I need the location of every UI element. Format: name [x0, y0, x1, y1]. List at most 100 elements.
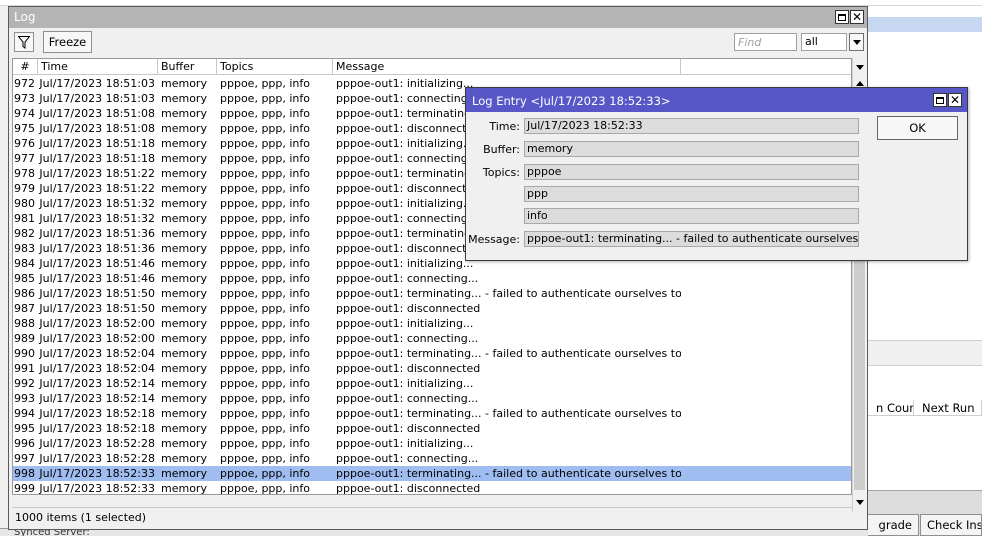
freeze-button[interactable]: Freeze [43, 31, 92, 53]
table-row[interactable]: 988 Jul/17/2023 18:52:00 memory pppoe, ppp,… [13, 316, 851, 331]
cell-topics: pppoe, ppp, info [220, 227, 311, 240]
maximize-icon [936, 96, 944, 104]
topic-field-1[interactable]: pppoe [524, 164, 859, 180]
filter-button[interactable] [14, 32, 34, 52]
chevron-up-icon [855, 80, 864, 86]
cell-topics: pppoe, ppp, info [220, 467, 311, 480]
cell-spacer [681, 481, 851, 494]
cell-spacer [681, 466, 851, 481]
chevron-down-icon [852, 39, 861, 45]
cell-message: pppoe-out1: disconnected [336, 362, 481, 375]
log-entry-title: Log Entry <Jul/17/2023 18:52:33> [472, 94, 671, 108]
log-toolbar: Freeze all [9, 29, 867, 55]
table-row[interactable]: 997 Jul/17/2023 18:52:28 memory pppoe, ppp,… [13, 451, 851, 466]
cell-buffer: memory [161, 317, 207, 330]
table-row-selected[interactable]: 998 Jul/17/2023 18:52:33 memory pppoe, ppp,… [13, 466, 851, 481]
cell-time: Jul/17/2023 18:51:22 [39, 182, 155, 195]
table-row[interactable]: 993 Jul/17/2023 18:52:14 memory pppoe, ppp,… [13, 391, 851, 406]
topic-field-3[interactable]: info [524, 208, 859, 224]
find-input[interactable] [734, 33, 797, 51]
cell-message: pppoe-out1: connecting... [336, 272, 479, 285]
cell-number: 972 [14, 77, 35, 90]
background-column-next-run[interactable]: Next Run [914, 400, 982, 415]
column-header-message[interactable]: Message [333, 59, 681, 75]
cell-number: 985 [14, 272, 35, 285]
cell-time: Jul/17/2023 18:51:50 [39, 302, 155, 315]
table-row[interactable]: 996 Jul/17/2023 18:52:28 memory pppoe, ppp,… [13, 436, 851, 451]
cell-topics: pppoe, ppp, info [220, 362, 311, 375]
cell-time: Jul/17/2023 18:51:08 [39, 107, 155, 120]
cell-number: 993 [14, 392, 35, 405]
message-field[interactable]: pppoe-out1: terminating... - failed to a… [524, 231, 859, 247]
cell-topics: pppoe, ppp, info [220, 392, 311, 405]
background-upgrade-button[interactable]: grade [859, 514, 919, 536]
topic-field-2[interactable]: ppp [524, 186, 859, 202]
filter-icon [18, 35, 30, 49]
maximize-icon [838, 13, 846, 21]
table-row[interactable]: 989 Jul/17/2023 18:52:00 memory pppoe, ppp,… [13, 331, 851, 346]
column-header-time[interactable]: Time [38, 59, 158, 75]
column-header-buffer[interactable]: Buffer [158, 59, 217, 75]
cell-number: 986 [14, 287, 35, 300]
log-titlebar[interactable]: Log ✕ [9, 7, 867, 28]
cell-number: 996 [14, 437, 35, 450]
cell-spacer [681, 376, 851, 391]
buffer-select[interactable]: all [801, 33, 847, 51]
cell-topics: pppoe, ppp, info [220, 377, 311, 390]
table-row[interactable]: 999 Jul/17/2023 18:52:33 memory pppoe, ppp,… [13, 481, 851, 494]
table-row[interactable]: 987 Jul/17/2023 18:51:50 memory pppoe, ppp,… [13, 301, 851, 316]
cell-number: 995 [14, 422, 35, 435]
background-selected-row [868, 17, 982, 32]
cell-topics: pppoe, ppp, info [220, 242, 311, 255]
background-check-installation-button[interactable]: Check Insta [920, 514, 982, 536]
cell-buffer: memory [161, 347, 207, 360]
buffer-field[interactable]: memory [524, 141, 859, 157]
cell-number: 992 [14, 377, 35, 390]
column-header-topics[interactable]: Topics [217, 59, 333, 75]
cell-spacer [681, 301, 851, 316]
column-header-number[interactable]: # [13, 59, 38, 75]
cell-buffer: memory [161, 392, 207, 405]
cell-buffer: memory [161, 122, 207, 135]
cell-buffer: memory [161, 92, 207, 105]
table-row[interactable]: 991 Jul/17/2023 18:52:04 memory pppoe, ppp,… [13, 361, 851, 376]
cell-message: pppoe-out1: terminating... - failed to a… [336, 407, 681, 420]
dialog-close-button[interactable]: ✕ [948, 93, 962, 107]
log-entry-titlebar[interactable]: Log Entry <Jul/17/2023 18:52:33> ✕ [466, 88, 967, 112]
cell-time: Jul/17/2023 18:52:04 [39, 347, 155, 360]
cell-time: Jul/17/2023 18:52:00 [39, 332, 155, 345]
column-menu-button[interactable] [853, 60, 866, 74]
cell-number: 976 [14, 137, 35, 150]
scroll-down-button[interactable] [853, 496, 866, 508]
cell-time: Jul/17/2023 18:52:00 [39, 317, 155, 330]
table-row[interactable]: 990 Jul/17/2023 18:52:04 memory pppoe, ppp,… [13, 346, 851, 361]
ok-button[interactable]: OK [877, 116, 958, 140]
cell-time: Jul/17/2023 18:51:50 [39, 287, 155, 300]
dialog-maximize-button[interactable] [933, 93, 947, 107]
time-field[interactable]: Jul/17/2023 18:52:33 [524, 118, 859, 134]
close-icon: ✕ [949, 93, 961, 107]
table-row[interactable]: 994 Jul/17/2023 18:52:18 memory pppoe, ppp,… [13, 406, 851, 421]
cell-spacer [681, 451, 851, 466]
cell-number: 997 [14, 452, 35, 465]
cell-buffer: memory [161, 362, 207, 375]
table-row[interactable]: 995 Jul/17/2023 18:52:18 memory pppoe, ppp,… [13, 421, 851, 436]
background-column-count[interactable]: n Count [868, 400, 914, 415]
buffer-dropdown-button[interactable] [849, 33, 864, 51]
cell-topics: pppoe, ppp, info [220, 152, 311, 165]
cell-number: 990 [14, 347, 35, 360]
cell-number: 989 [14, 332, 35, 345]
cell-time: Jul/17/2023 18:52:04 [39, 362, 155, 375]
cell-number: 998 [14, 467, 35, 480]
background-band [868, 340, 982, 366]
maximize-button[interactable] [835, 10, 849, 24]
cell-buffer: memory [161, 107, 207, 120]
cell-topics: pppoe, ppp, info [220, 257, 311, 270]
cell-number: 975 [14, 122, 35, 135]
table-row[interactable]: 985 Jul/17/2023 18:51:46 memory pppoe, ppp,… [13, 271, 851, 286]
chevron-down-icon [855, 64, 864, 70]
table-row[interactable]: 986 Jul/17/2023 18:51:50 memory pppoe, ppp,… [13, 286, 851, 301]
cell-topics: pppoe, ppp, info [220, 407, 311, 420]
close-button[interactable]: ✕ [850, 10, 864, 24]
table-row[interactable]: 992 Jul/17/2023 18:52:14 memory pppoe, ppp,… [13, 376, 851, 391]
